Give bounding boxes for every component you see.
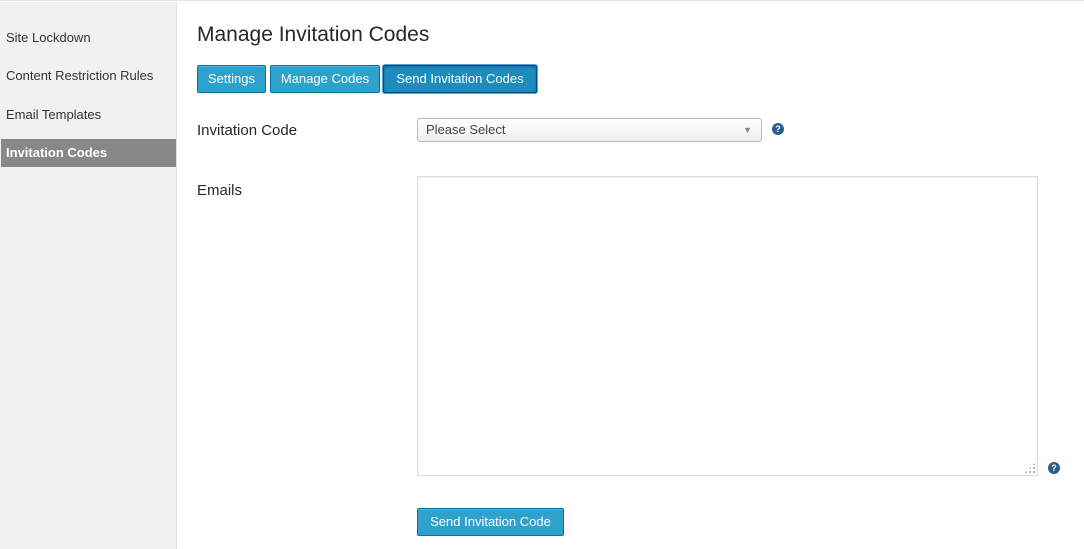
chevron-down-icon: ▼ [743,125,752,135]
tab-manage-codes[interactable]: Manage Codes [270,65,380,93]
emails-label: Emails [197,182,243,199]
invitation-code-label: Invitation Code [197,122,298,139]
sidebar-item-site-lockdown[interactable]: Site Lockdown [1,24,176,52]
help-icon[interactable]: ? [1048,462,1060,474]
help-icon[interactable]: ? [772,123,784,135]
sidebar-item-email-templates[interactable]: Email Templates [1,101,176,129]
emails-textarea[interactable] [417,176,1038,476]
sidebar-item-content-restriction-rules[interactable]: Content Restriction Rules [1,62,176,90]
send-invitation-code-button[interactable]: Send Invitation Code [417,508,564,536]
invitation-code-select-value: Please Select [426,122,506,137]
invitation-code-select[interactable]: Please Select ▼ [417,118,762,142]
tab-send-invitation-codes[interactable]: Send Invitation Codes [383,65,537,93]
sidebar: Site Lockdown Content Restriction Rules … [0,2,177,549]
tab-settings[interactable]: Settings [197,65,266,93]
app-frame: Site Lockdown Content Restriction Rules … [0,0,1084,549]
sidebar-item-invitation-codes[interactable]: Invitation Codes [1,139,176,167]
page-title: Manage Invitation Codes [197,23,430,46]
